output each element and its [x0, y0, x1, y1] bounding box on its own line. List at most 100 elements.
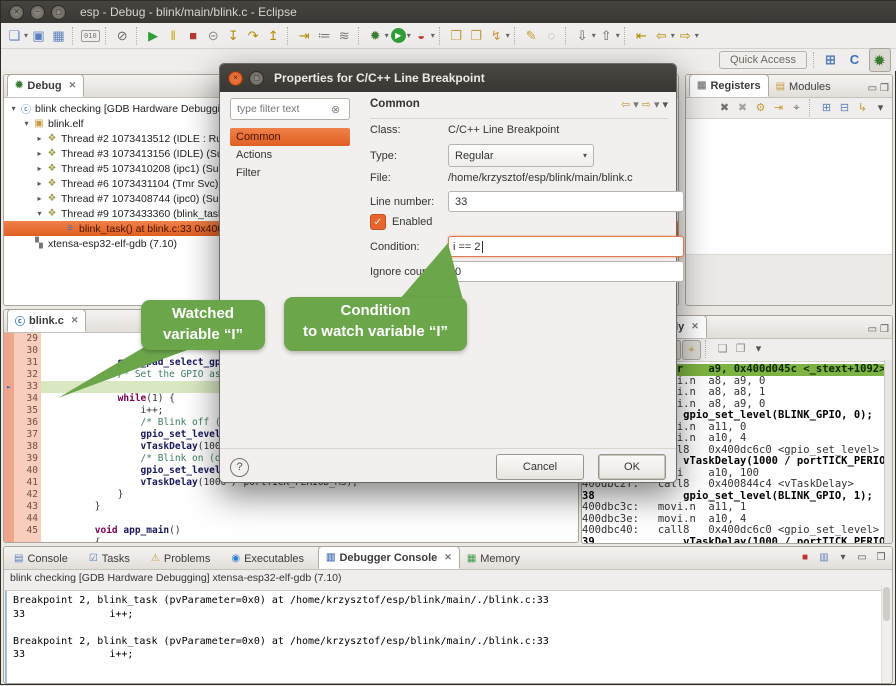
help-button[interactable]: ? [230, 458, 249, 477]
expander-icon[interactable]: ▾ [21, 119, 32, 128]
console-tab[interactable]: ⚠ Problems [144, 548, 224, 569]
window-close-button[interactable]: ✕ [9, 5, 24, 20]
console-tab[interactable]: ◉ Executables [224, 548, 318, 569]
registers-toolbar-button[interactable] [809, 99, 814, 117]
minimize-button[interactable]: ▭ [854, 548, 870, 566]
close-icon[interactable]: ✕ [71, 315, 79, 326]
mark-occurrences-button[interactable]: ✎ [522, 25, 542, 47]
expander-icon[interactable]: ▸ [34, 134, 45, 143]
clear-filter-icon[interactable]: ⊗ [331, 103, 340, 116]
use-step-filters-button[interactable]: ≋ [335, 25, 355, 47]
save-all-button[interactable]: ▦ [49, 25, 69, 47]
terminate-console-button[interactable]: ■ [797, 548, 813, 566]
breakpoint-gutter[interactable] [4, 417, 14, 429]
toolbar-button[interactable] [105, 27, 110, 45]
registers-modules-tab[interactable]: ▦ Registers [689, 74, 769, 97]
toolbar-button[interactable] [358, 27, 363, 45]
console-scrollbar[interactable] [881, 585, 891, 683]
run-button[interactable]: ▶▾ [390, 25, 412, 47]
expander-icon[interactable]: ▸ [34, 164, 45, 173]
breakpoint-gutter[interactable] [4, 489, 14, 501]
filter-input[interactable] [235, 102, 331, 116]
breakpoint-gutter[interactable] [4, 405, 14, 417]
dialog-minimize-button[interactable]: ▢ [249, 71, 264, 86]
show-type-names-button[interactable]: ⚙ [752, 99, 769, 117]
toolbar-button[interactable] [565, 27, 570, 45]
open-resource-button[interactable]: ❐ [467, 25, 487, 47]
breakpoint-gutter[interactable] [4, 477, 14, 489]
breakpoint-gutter[interactable] [4, 345, 14, 357]
breakpoint-gutter[interactable] [4, 393, 14, 405]
minimize-button[interactable]: ▭ [868, 83, 877, 94]
console-tab[interactable]: ▥ Debugger Console ✕ [318, 546, 460, 569]
registers-modules-tab[interactable]: ▤ Modules [769, 76, 838, 97]
enabled-checkbox[interactable]: ✓ [370, 214, 386, 230]
dialog-close-button[interactable]: ✕ [228, 71, 243, 86]
tab-debug[interactable]: ✹ Debug ✕ [7, 74, 84, 97]
breakpoint-gutter[interactable]: ► [4, 381, 14, 393]
breakpoint-gutter[interactable] [4, 441, 14, 453]
breakpoint-gutter[interactable] [4, 429, 14, 441]
section-item[interactable]: Common [230, 128, 350, 146]
maximize-button[interactable]: ❒ [880, 83, 889, 94]
new-wizard-button[interactable]: ❏▾ [5, 25, 29, 47]
debug-perspective-button[interactable]: ✹ [869, 48, 891, 72]
breakpoint-gutter[interactable] [4, 333, 14, 345]
breakpoint-gutter[interactable] [4, 537, 14, 543]
c-cpp-perspective-button[interactable]: C [845, 48, 865, 70]
console-dropdown[interactable]: ▾ [835, 548, 851, 566]
toolbar-button[interactable] [514, 27, 519, 45]
condition-input[interactable]: i == 2 [448, 236, 684, 257]
open-element-button[interactable]: ❒ [447, 25, 467, 47]
annotation-button[interactable]: ◌ [542, 25, 562, 47]
save-button[interactable]: ▣ [29, 25, 49, 47]
forward-button[interactable]: ⇨▾ [676, 25, 700, 47]
breakpoint-gutter[interactable] [4, 453, 14, 465]
forward-dropdown[interactable]: ▾ [654, 98, 660, 111]
back-icon[interactable]: ⇦ [621, 98, 630, 111]
window-minimize-button[interactable]: − [30, 5, 45, 20]
console-tab[interactable]: ▤ Console [7, 548, 82, 569]
terminate-button[interactable]: ■ [184, 25, 204, 47]
breakpoint-gutter[interactable] [4, 501, 14, 513]
step-over-button[interactable]: ↷ [244, 25, 264, 47]
expand-all-button[interactable]: ⊞ [818, 99, 835, 117]
cancel-button[interactable]: Cancel [496, 454, 584, 480]
display-selected-console-button[interactable]: ▥ [816, 548, 832, 566]
instruction-stepping-button[interactable]: ⇥ [295, 25, 315, 47]
breakpoint-gutter[interactable] [4, 525, 14, 537]
expander-icon[interactable]: ▸ [34, 149, 45, 158]
debug-button[interactable]: ✹▾ [366, 25, 390, 47]
expander-icon[interactable]: ▾ [34, 209, 45, 218]
add-register-group-button[interactable]: ⇥ [770, 99, 787, 117]
next-annotation-button[interactable]: ⇩▾ [573, 25, 597, 47]
breakpoint-gutter[interactable] [4, 369, 14, 381]
back-button[interactable]: ⇦▾ [652, 25, 676, 47]
disconnect-button[interactable]: ⊝ [204, 25, 224, 47]
last-edit-location-button[interactable]: ⇤ [632, 25, 652, 47]
tab-blink-c[interactable]: ⓒ blink.c ✕ [7, 309, 86, 332]
back-dropdown[interactable]: ▾ [633, 98, 639, 111]
maximize-button[interactable]: ❒ [880, 324, 889, 335]
step-return-button[interactable]: ↥ [264, 25, 284, 47]
expander-icon[interactable]: ▸ [34, 194, 45, 203]
toolbar-button[interactable] [439, 27, 444, 45]
show-debug-contexts-button[interactable]: ≔ [315, 25, 335, 47]
new-view-button[interactable]: ❏ [714, 340, 731, 358]
remove-selected-button[interactable]: ✖ [716, 99, 733, 117]
section-item[interactable]: Actions [230, 146, 350, 164]
console-tab[interactable]: ▦ Memory [460, 548, 534, 569]
disassembly-toolbar-button[interactable] [705, 340, 710, 358]
link-with-debug-button[interactable]: ↳ [854, 99, 871, 117]
toolbar-button[interactable] [624, 27, 629, 45]
step-into-button[interactable]: ↧ [224, 25, 244, 47]
window-maximize-button[interactable]: ▢ [51, 5, 66, 20]
console-output[interactable]: Breakpoint 2, blink_task (pvParameter=0x… [5, 590, 891, 684]
expander-icon[interactable]: ▸ [34, 179, 45, 188]
open-perspective-button[interactable]: ⊞ [821, 48, 841, 70]
flash-button[interactable]: ↯▾ [487, 25, 511, 47]
external-tools-button[interactable]: ◒▾ [412, 25, 436, 47]
close-icon[interactable]: ✕ [691, 321, 699, 332]
pin-view-button[interactable]: ❐ [732, 340, 749, 358]
close-icon[interactable]: ✕ [69, 80, 77, 91]
